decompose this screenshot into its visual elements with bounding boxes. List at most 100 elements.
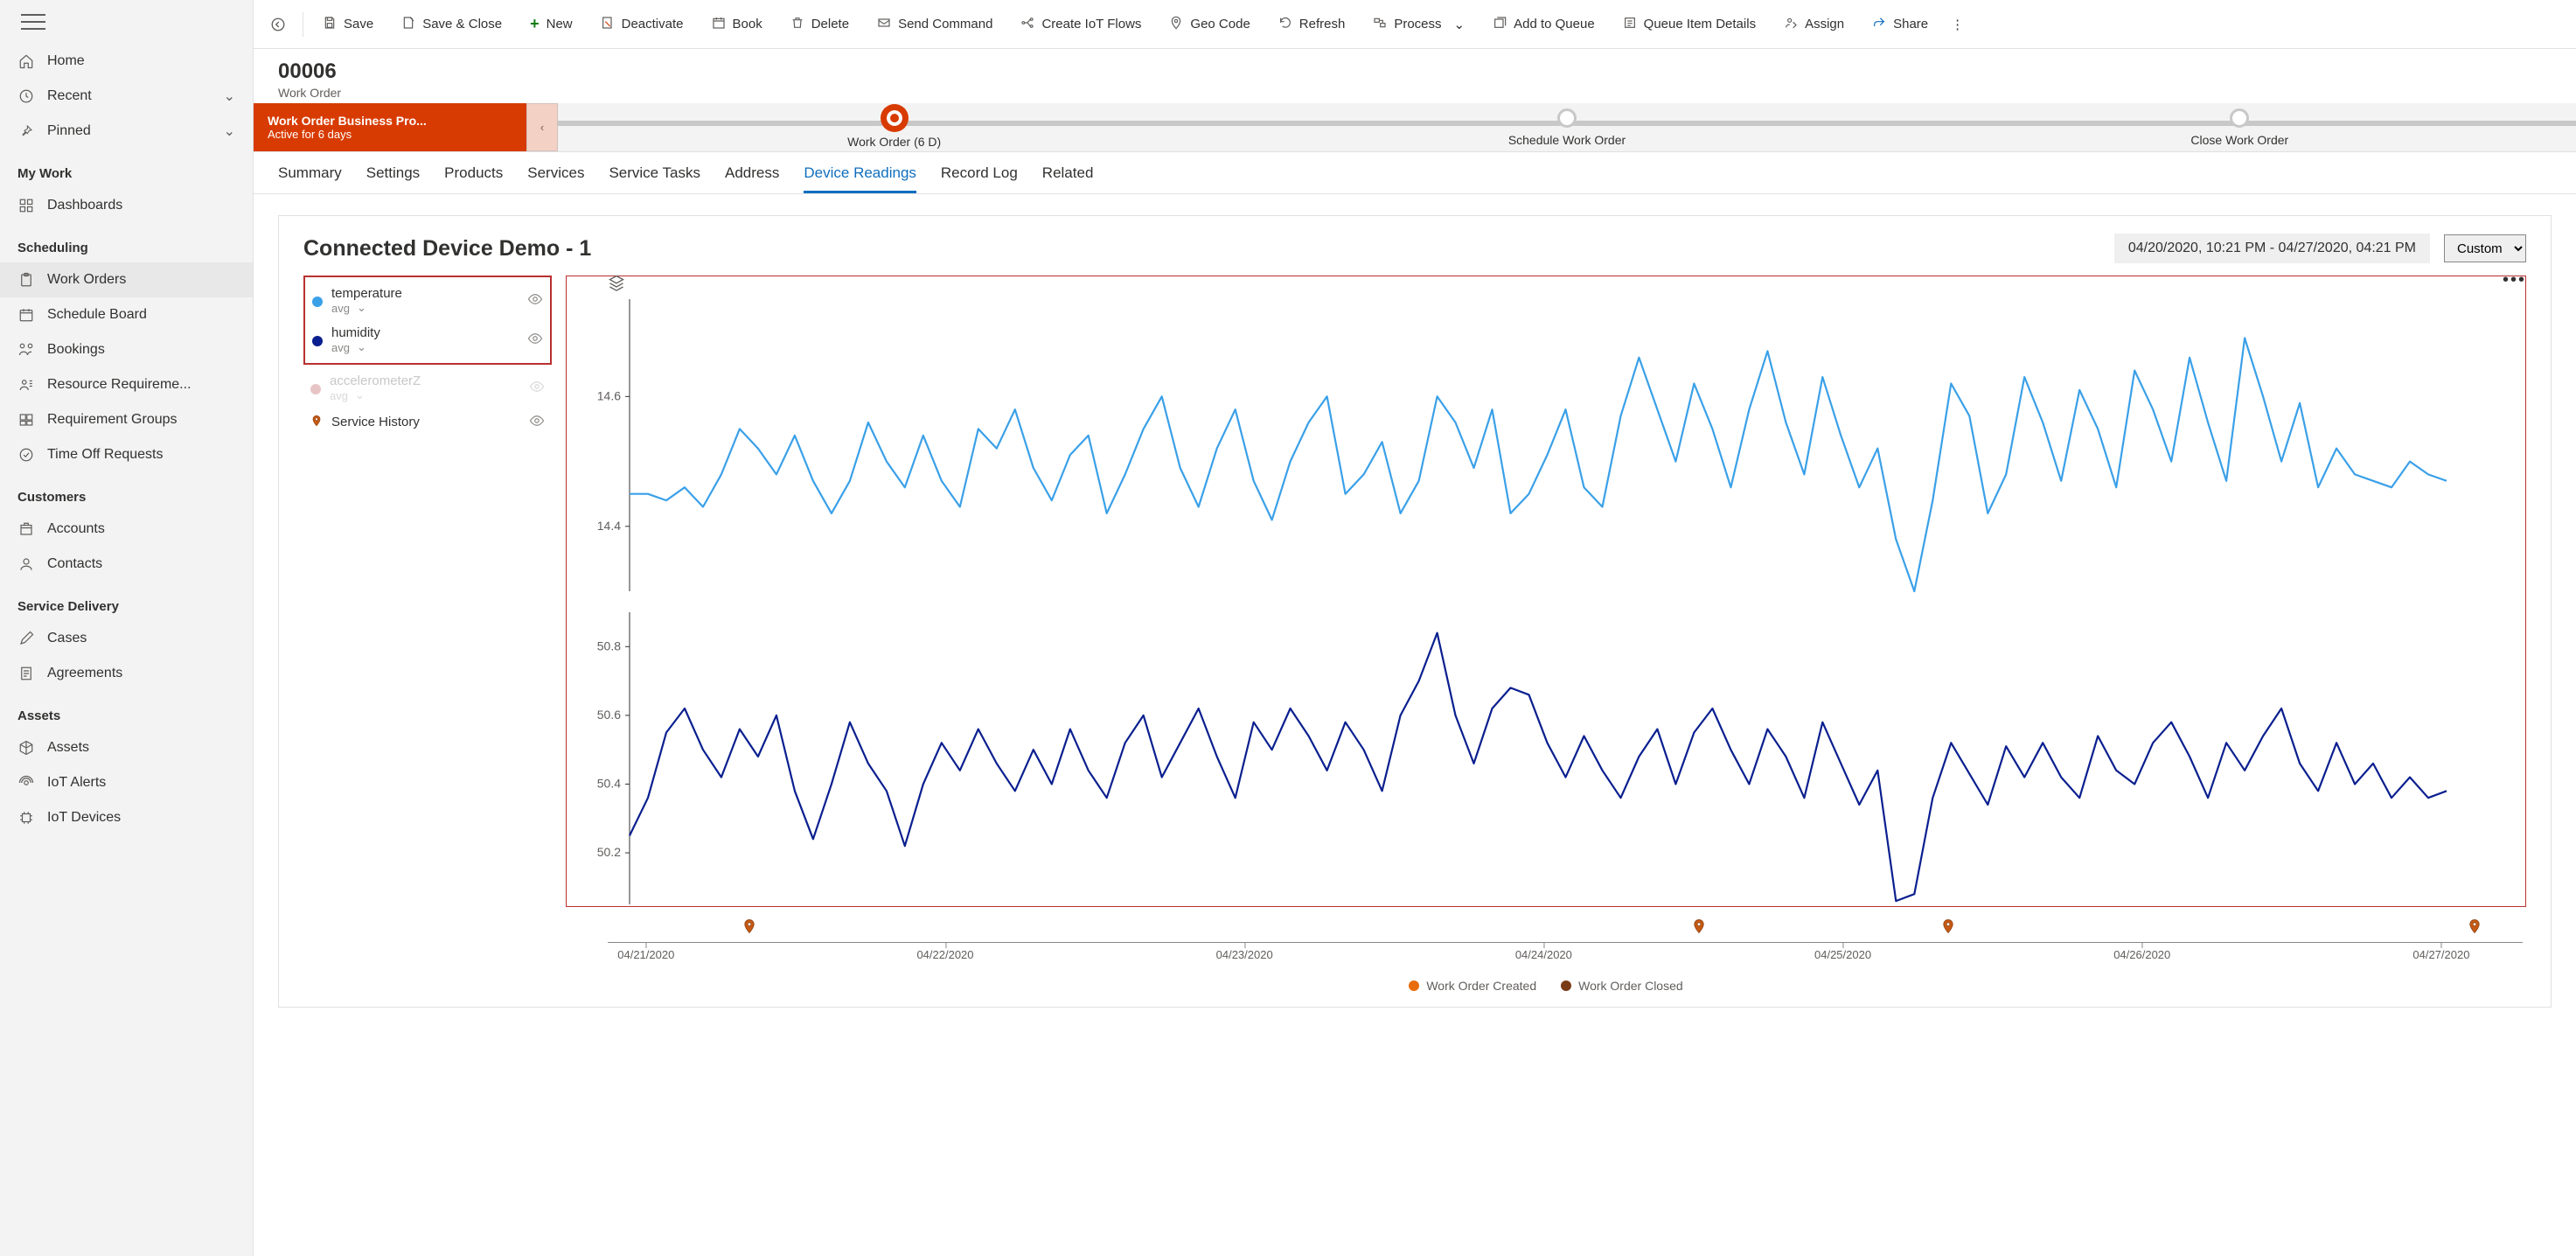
create-iot-flows-button[interactable]: Create IoT Flows [1008,10,1153,38]
assign-button[interactable]: Assign [1772,10,1856,38]
tab-summary[interactable]: Summary [278,164,342,193]
visibility-toggle-icon[interactable] [527,331,543,349]
tab-record-log[interactable]: Record Log [941,164,1018,193]
x-tick: 04/24/2020 [1515,948,1572,961]
sidebar-item-schedule-board[interactable]: Schedule Board [0,297,253,332]
back-button[interactable] [261,11,296,38]
sidebar-item-cases[interactable]: Cases [0,621,253,656]
sidebar-item-time-off[interactable]: Time Off Requests [0,437,253,472]
tab-address[interactable]: Address [725,164,779,193]
share-button[interactable]: Share [1860,10,1940,38]
bpf-badge[interactable]: Work Order Business Pro... Active for 6 … [254,103,526,151]
svg-text:50.4: 50.4 [597,776,621,790]
sidebar-item-assets[interactable]: Assets [0,730,253,765]
sidebar-item-resource-req[interactable]: Resource Requireme... [0,367,253,402]
refresh-button[interactable]: Refresh [1266,10,1358,38]
send-icon [877,16,891,33]
accounts-icon [17,520,35,538]
sidebar-item-req-groups[interactable]: Requirement Groups [0,402,253,437]
sidebar-label: Recent [47,88,92,104]
book-button[interactable]: Book [700,10,775,38]
clock-icon [17,87,35,105]
process-button[interactable]: Process⌄ [1361,10,1477,38]
record-type: Work Order [278,86,2552,100]
sidebar-item-accounts[interactable]: Accounts [0,512,253,547]
sidebar-label: Contacts [47,556,102,572]
sidebar-item-agreements[interactable]: Agreements [0,656,253,691]
sidebar-item-pinned[interactable]: Pinned ⌄ [0,114,253,149]
contact-icon [17,555,35,573]
hamburger-menu[interactable] [21,14,45,30]
sidebar-item-dashboards[interactable]: Dashboards [0,188,253,223]
tab-related[interactable]: Related [1042,164,1094,193]
pin-icon [310,413,323,431]
queue-details-icon [1623,16,1637,33]
chart-area[interactable]: 14.414.650.250.450.650.8 [566,276,2526,907]
chevron-down-icon[interactable]: ⌄ [357,340,366,354]
agreements-icon [17,665,35,682]
x-tick: 04/27/2020 [2412,948,2469,961]
save-close-icon [401,16,415,33]
book-icon [712,16,726,33]
layers-icon[interactable] [608,274,625,294]
sidebar-item-recent[interactable]: Recent ⌄ [0,79,253,114]
tab-products[interactable]: Products [444,164,503,193]
service-history-pins [608,916,2523,942]
send-command-button[interactable]: Send Command [865,10,1005,38]
sidebar-section-mywork: My Work [0,149,253,188]
visibility-toggle-icon[interactable] [527,291,543,310]
bpf-stage-schedule[interactable]: Schedule Work Order [1230,108,1903,147]
sidebar-item-iot-devices[interactable]: IoT Devices [0,800,253,835]
x-tick: 04/21/2020 [617,948,674,961]
bpf-stages: Work Order (6 D) Schedule Work Order Clo… [558,103,2576,151]
delete-button[interactable]: Delete [778,10,861,38]
service-history-pin[interactable] [2467,916,2482,939]
save-close-button[interactable]: Save & Close [389,10,514,38]
bpf-collapse-button[interactable]: ‹ [526,103,558,151]
save-button[interactable]: Save [310,10,386,38]
service-history-pin[interactable] [1940,916,1956,939]
deactivate-button[interactable]: Deactivate [588,10,696,38]
tab-device-readings[interactable]: Device Readings [804,164,916,193]
location-icon [1169,16,1183,33]
bpf-stage-close[interactable]: Close Work Order [1904,108,2576,147]
bpf-title: Work Order Business Pro... [268,114,512,128]
sidebar-section-scheduling: Scheduling [0,223,253,262]
tab-service-tasks[interactable]: Service Tasks [609,164,700,193]
tab-settings[interactable]: Settings [366,164,420,193]
bpf-stage-work-order[interactable]: Work Order (6 D) [558,107,1230,149]
geo-code-button[interactable]: Geo Code [1157,10,1262,38]
tab-services[interactable]: Services [527,164,584,193]
sidebar-label: Accounts [47,521,105,537]
sidebar-item-home[interactable]: Home [0,44,253,79]
sidebar-item-bookings[interactable]: Bookings [0,332,253,367]
chevron-down-icon[interactable]: ⌄ [355,388,365,402]
overflow-button[interactable]: ⋮ [1944,11,1971,38]
x-tick: 04/26/2020 [2113,948,2170,961]
x-tick: 04/22/2020 [916,948,973,961]
sidebar-item-work-orders[interactable]: Work Orders [0,262,253,297]
chart-more-button[interactable]: ••• [2503,270,2526,290]
service-history-pin[interactable] [1691,916,1707,939]
legend-service-history[interactable]: Service History [310,413,545,431]
legend-temperature[interactable]: temperature avg ⌄ [312,286,543,315]
range-mode-select[interactable]: Custom [2444,234,2526,262]
legend-humidity[interactable]: humidity avg ⌄ [312,325,543,354]
legend-accelerometer[interactable]: accelerometerZ avg ⌄ [310,373,545,402]
new-button[interactable]: +New [518,10,585,38]
visibility-toggle-icon[interactable] [529,379,545,397]
assets-icon [17,739,35,757]
visibility-toggle-icon[interactable] [529,413,545,431]
date-range-display[interactable]: 04/20/2020, 10:21 PM - 04/27/2020, 04:21… [2114,234,2430,263]
service-history-pin[interactable] [741,916,757,939]
sidebar-label: Schedule Board [47,307,147,323]
legend-panel: temperature avg ⌄ humidity avg ⌄ [303,276,552,365]
sidebar-label: IoT Devices [47,810,121,826]
add-to-queue-button[interactable]: Add to Queue [1480,10,1607,38]
sidebar-item-contacts[interactable]: Contacts [0,547,253,582]
chevron-down-icon[interactable]: ⌄ [357,301,366,315]
queue-item-details-button[interactable]: Queue Item Details [1611,10,1768,38]
sidebar-section-customers: Customers [0,472,253,512]
sidebar-item-iot-alerts[interactable]: IoT Alerts [0,765,253,800]
flow-icon [1020,16,1034,33]
